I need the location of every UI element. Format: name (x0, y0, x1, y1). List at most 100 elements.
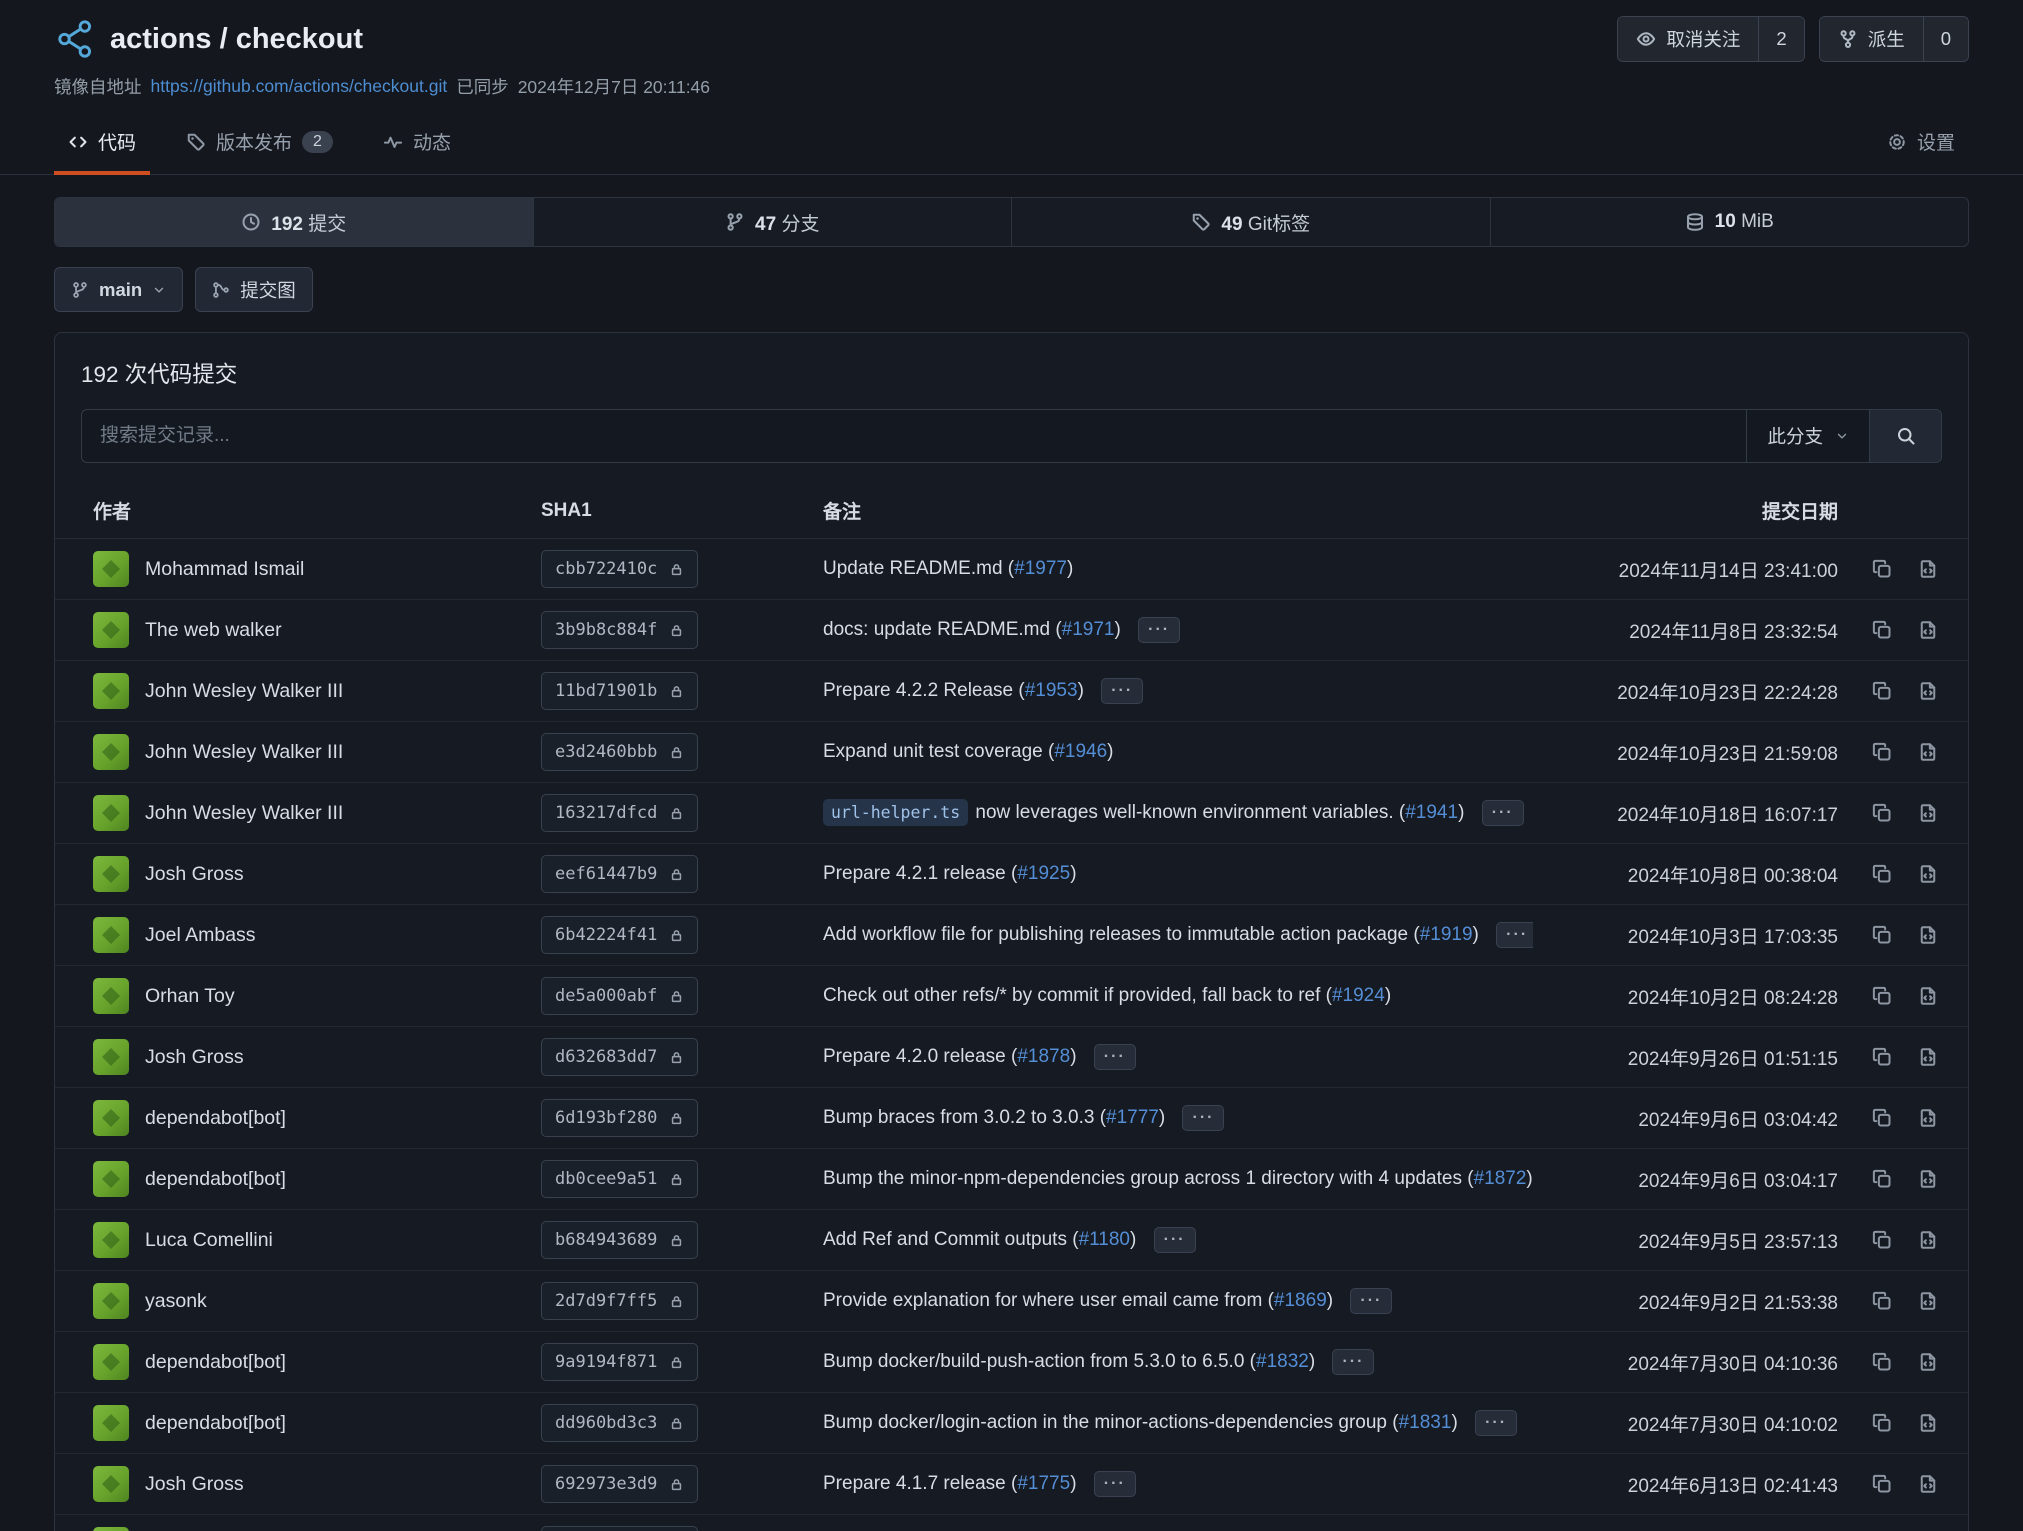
avatar[interactable] (93, 856, 129, 892)
browse-source-icon[interactable] (1918, 1230, 1938, 1250)
fork-button[interactable]: 派生 0 (1819, 16, 1969, 62)
browse-source-icon[interactable] (1918, 1291, 1938, 1311)
avatar[interactable] (93, 1222, 129, 1258)
avatar[interactable] (93, 1405, 129, 1441)
commit-sha-badge[interactable]: 9a9194f871 (541, 1343, 698, 1381)
branch-filter-dropdown[interactable]: 此分支 (1746, 410, 1869, 462)
avatar[interactable] (93, 1344, 129, 1380)
copy-sha-icon[interactable] (1872, 681, 1892, 701)
commit-author-name[interactable]: Joel Ambass (145, 924, 256, 947)
copy-sha-icon[interactable] (1872, 620, 1892, 640)
commit-sha-badge[interactable]: 2d7d9f7ff5 (541, 1282, 698, 1320)
copy-sha-icon[interactable] (1872, 559, 1892, 579)
pr-link[interactable]: #1878 (1017, 1046, 1070, 1067)
avatar[interactable] (93, 1466, 129, 1502)
browse-source-icon[interactable] (1918, 1352, 1938, 1372)
pr-link[interactable]: #1777 (1106, 1107, 1159, 1128)
commit-sha-badge[interactable]: 6ccd57f4c5 (541, 1526, 698, 1531)
expand-commit-button[interactable]: ··· (1094, 1044, 1136, 1070)
avatar[interactable] (93, 734, 129, 770)
pr-link[interactable]: #1946 (1054, 741, 1107, 762)
browse-source-icon[interactable] (1918, 1474, 1938, 1494)
pr-link[interactable]: #1925 (1017, 863, 1070, 884)
avatar[interactable] (93, 551, 129, 587)
mirror-url-link[interactable]: https://github.com/actions/checkout.git (151, 76, 448, 97)
tab-releases[interactable]: 版本发布 2 (172, 113, 347, 175)
pr-link[interactable]: #1831 (1399, 1412, 1452, 1433)
avatar[interactable] (93, 1039, 129, 1075)
commit-author-name[interactable]: dependabot[bot] (145, 1107, 286, 1130)
avatar[interactable] (93, 673, 129, 709)
browse-source-icon[interactable] (1918, 1413, 1938, 1433)
commit-graph-button[interactable]: 提交图 (195, 267, 313, 312)
browse-source-icon[interactable] (1918, 1047, 1938, 1067)
commit-sha-badge[interactable]: de5a000abf (541, 977, 698, 1015)
expand-commit-button[interactable]: ··· (1482, 800, 1524, 826)
commit-author-name[interactable]: dependabot[bot] (145, 1412, 286, 1435)
tab-settings[interactable]: 设置 (1873, 113, 1969, 175)
commit-sha-badge[interactable]: 6b42224f41 (541, 916, 698, 954)
copy-sha-icon[interactable] (1872, 1047, 1892, 1067)
browse-source-icon[interactable] (1918, 559, 1938, 579)
commit-sha-badge[interactable]: d632683dd7 (541, 1038, 698, 1076)
commit-author-name[interactable]: Josh Gross (145, 1473, 244, 1496)
copy-sha-icon[interactable] (1872, 925, 1892, 945)
pr-link[interactable]: #1872 (1474, 1168, 1527, 1189)
browse-source-icon[interactable] (1918, 1108, 1938, 1128)
search-commits-input[interactable] (82, 410, 1746, 462)
tab-activity[interactable]: 动态 (369, 113, 465, 175)
copy-sha-icon[interactable] (1872, 1169, 1892, 1189)
forks-count[interactable]: 0 (1923, 17, 1968, 61)
browse-source-icon[interactable] (1918, 986, 1938, 1006)
expand-commit-button[interactable]: ··· (1350, 1288, 1392, 1314)
commit-author-name[interactable]: The web walker (145, 619, 282, 642)
expand-commit-button[interactable]: ··· (1332, 1349, 1374, 1375)
pr-link[interactable]: #1832 (1256, 1351, 1309, 1372)
repo-title[interactable]: actions / checkout (110, 23, 363, 56)
pr-link[interactable]: #1869 (1274, 1290, 1327, 1311)
commit-sha-badge[interactable]: db0cee9a51 (541, 1160, 698, 1198)
commit-sha-badge[interactable]: dd960bd3c3 (541, 1404, 698, 1442)
commit-sha-badge[interactable]: cbb722410c (541, 550, 698, 588)
copy-sha-icon[interactable] (1872, 1352, 1892, 1372)
watchers-count[interactable]: 2 (1758, 17, 1803, 61)
avatar[interactable] (93, 1283, 129, 1319)
pr-link[interactable]: #1180 (1079, 1229, 1130, 1250)
commit-author-name[interactable]: Luca Comellini (145, 1229, 273, 1252)
copy-sha-icon[interactable] (1872, 1230, 1892, 1250)
avatar[interactable] (93, 917, 129, 953)
commit-author-name[interactable]: Josh Gross (145, 1046, 244, 1069)
browse-source-icon[interactable] (1918, 620, 1938, 640)
pr-link[interactable]: #1924 (1332, 985, 1385, 1006)
copy-sha-icon[interactable] (1872, 1413, 1892, 1433)
commit-author-name[interactable]: yasonk (145, 1290, 207, 1313)
copy-sha-icon[interactable] (1872, 803, 1892, 823)
copy-sha-icon[interactable] (1872, 1474, 1892, 1494)
commit-sha-badge[interactable]: 6d193bf280 (541, 1099, 698, 1137)
avatar[interactable] (93, 795, 129, 831)
commit-sha-badge[interactable]: e3d2460bbb (541, 733, 698, 771)
expand-commit-button[interactable]: ··· (1496, 922, 1533, 948)
commit-author-name[interactable]: Josh Gross (145, 863, 244, 886)
copy-sha-icon[interactable] (1872, 1291, 1892, 1311)
avatar[interactable] (93, 978, 129, 1014)
copy-sha-icon[interactable] (1872, 742, 1892, 762)
expand-commit-button[interactable]: ··· (1138, 617, 1180, 643)
avatar[interactable] (93, 612, 129, 648)
expand-commit-button[interactable]: ··· (1094, 1471, 1136, 1497)
commit-author-name[interactable]: dependabot[bot] (145, 1168, 286, 1191)
stat-tags[interactable]: 49 Git标签 (1011, 198, 1490, 246)
stat-commits[interactable]: 192 提交 (55, 198, 533, 246)
pr-link[interactable]: #1971 (1062, 619, 1115, 640)
pr-link[interactable]: #1977 (1014, 558, 1067, 579)
expand-commit-button[interactable]: ··· (1182, 1105, 1224, 1131)
commit-sha-badge[interactable]: eef61447b9 (541, 855, 698, 893)
browse-source-icon[interactable] (1918, 925, 1938, 945)
avatar[interactable] (93, 1100, 129, 1136)
browse-source-icon[interactable] (1918, 1169, 1938, 1189)
copy-sha-icon[interactable] (1872, 986, 1892, 1006)
pr-link[interactable]: #1953 (1025, 680, 1078, 701)
branch-selector[interactable]: main (54, 267, 183, 312)
pr-link[interactable]: #1941 (1405, 802, 1458, 823)
avatar[interactable] (93, 1161, 129, 1197)
